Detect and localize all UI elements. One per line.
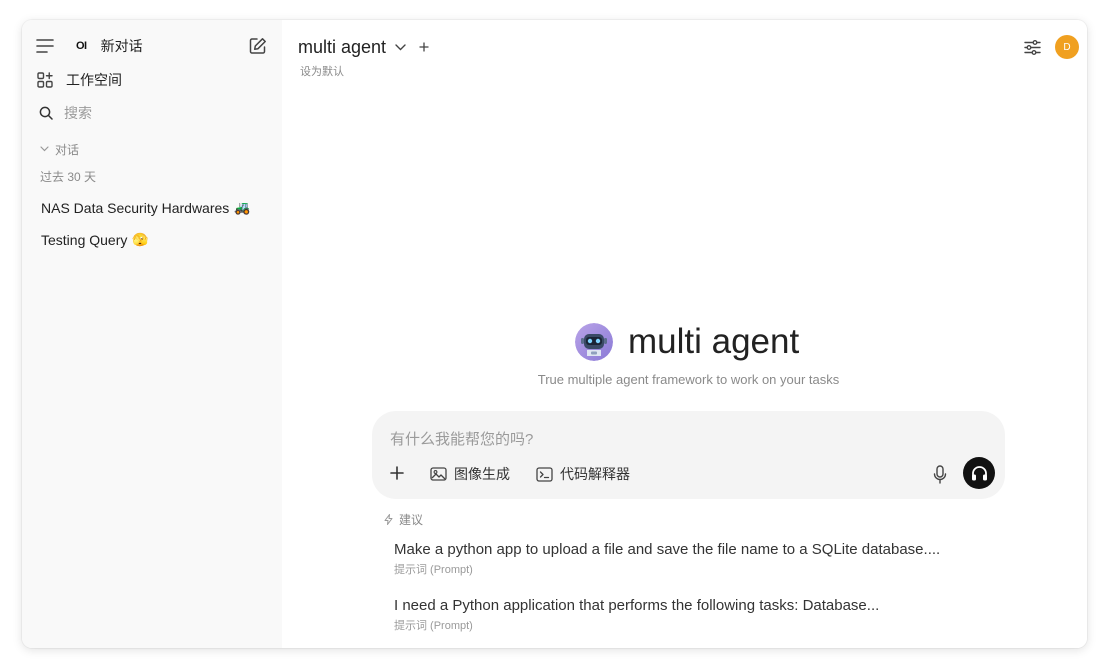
workspace-icon <box>36 72 53 89</box>
chat-composer: 有什么我能帮您的吗? 图像生成 代码解释器 <box>372 411 1005 499</box>
workspace-label: 工作空间 <box>66 72 122 88</box>
suggestions-header: 建议 <box>399 513 424 527</box>
model-avatar <box>575 323 613 361</box>
section-label: 对话 <box>55 142 80 157</box>
hero-subtitle: True multiple agent framework to work on… <box>537 372 840 387</box>
lightning-icon <box>383 514 394 526</box>
headphones-icon <box>970 464 988 482</box>
hero-title: multi agent <box>628 322 800 361</box>
add-attachment-icon[interactable] <box>389 465 405 481</box>
workspace-nav[interactable]: 工作空间 <box>36 70 122 90</box>
sidebar: OI 新对话 工作空间 搜索 对话 过去 30 天 NAS Data Secur… <box>22 20 282 648</box>
code-interpreter-label: 代码解释器 <box>560 466 630 482</box>
new-chat-icon[interactable] <box>248 36 268 56</box>
chat-item[interactable]: Testing Query 🫣 <box>41 230 149 250</box>
chat-input[interactable]: 有什么我能帮您的吗? <box>390 428 533 449</box>
suggestion-title: I need a Python application that perform… <box>394 597 880 614</box>
avatar-initial: D <box>1063 41 1071 53</box>
time-group-label: 过去 30 天 <box>40 169 97 184</box>
chat-title: Testing Query <box>41 232 128 248</box>
suggestion-subtitle: 提示词 (Prompt) <box>394 620 473 632</box>
app-window: OI 新对话 工作空间 搜索 对话 过去 30 天 NAS Data Secur… <box>22 20 1087 648</box>
search-input[interactable]: 搜索 <box>64 103 92 123</box>
new-chat-label[interactable]: 新对话 <box>101 36 143 56</box>
search-icon <box>38 106 53 121</box>
suggestion-item[interactable]: Make a python app to upload a file and s… <box>394 541 994 577</box>
suggestion-subtitle: 提示词 (Prompt) <box>394 564 473 576</box>
chats-section-toggle[interactable]: 对话 <box>39 141 79 157</box>
image-icon <box>429 466 447 482</box>
menu-icon[interactable] <box>36 37 54 55</box>
code-interpreter-button[interactable]: 代码解释器 <box>535 464 630 484</box>
settings-sliders-icon[interactable] <box>1022 38 1042 56</box>
search-field[interactable]: 搜索 <box>38 103 92 123</box>
voice-mode-button[interactable] <box>963 457 995 489</box>
chat-title: NAS Data Security Hardwares <box>41 200 230 216</box>
image-gen-button[interactable]: 图像生成 <box>429 464 510 484</box>
terminal-icon <box>535 466 553 482</box>
brand-logo[interactable]: OI <box>76 40 87 52</box>
chevron-down-icon[interactable] <box>394 41 406 53</box>
set-default-link[interactable]: 设为默认 <box>300 63 344 79</box>
image-gen-label: 图像生成 <box>454 466 510 482</box>
chevron-down-icon <box>39 144 49 154</box>
model-selector[interactable]: multi agent <box>298 37 386 58</box>
main-panel: multi agent 设为默认 D multi agent True mult… <box>282 20 1087 648</box>
chat-item[interactable]: NAS Data Security Hardwares 🚜 <box>41 198 250 218</box>
microphone-icon[interactable] <box>931 464 949 484</box>
suggestion-title: Make a python app to upload a file and s… <box>394 541 941 558</box>
add-model-icon[interactable] <box>418 41 430 53</box>
chat-emoji: 🫣 <box>132 232 149 247</box>
avatar[interactable]: D <box>1055 35 1079 59</box>
chat-emoji: 🚜 <box>234 200 251 215</box>
suggestion-item[interactable]: I need a Python application that perform… <box>394 597 994 633</box>
